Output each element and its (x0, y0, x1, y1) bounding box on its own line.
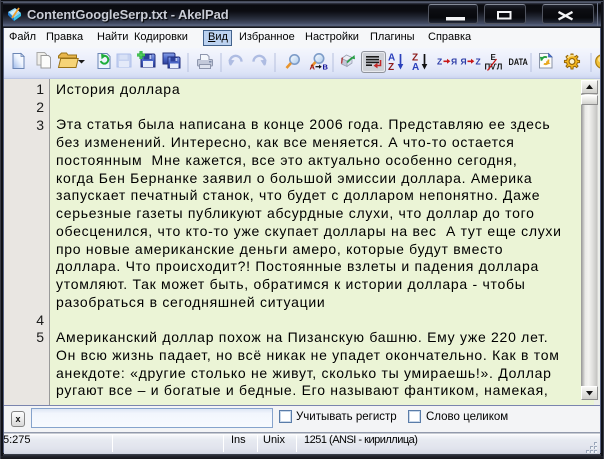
svg-text:Z: Z (388, 62, 394, 73)
svg-text:A: A (412, 62, 419, 73)
svg-text:DATA: DATA (509, 57, 528, 67)
svg-text:А: А (310, 63, 316, 72)
svg-text:Я: Я (461, 57, 467, 67)
svg-text:В: В (323, 63, 329, 72)
svg-text:Z: Z (476, 57, 481, 67)
svg-text:Z: Z (437, 57, 442, 67)
svg-text:Я: Я (451, 57, 457, 67)
